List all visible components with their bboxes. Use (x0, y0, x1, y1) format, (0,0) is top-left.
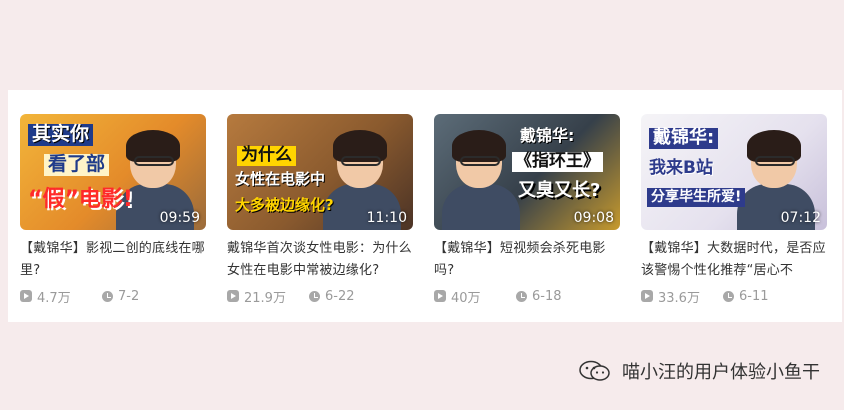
thumbnail-caption-line: 戴锦华: (649, 128, 719, 149)
video-title[interactable]: 【戴锦华】影视二创的底线在哪里? (20, 238, 206, 282)
video-meta: 33.6万 6-11 (641, 286, 827, 306)
video-thumbnail[interactable]: 戴锦华: 我来B站 分享毕生所爱! 07:12 (641, 114, 827, 230)
video-card[interactable]: 其实你 看了部 “假”电影! 09:59 【戴锦华】影视二创的底线在哪里? 4.… (20, 114, 206, 306)
video-title[interactable]: 【戴锦华】短视频会杀死电影吗? (434, 238, 620, 282)
play-icon (20, 290, 32, 302)
video-duration: 11:10 (366, 210, 407, 226)
thumbnail-caption-line: 女性在电影中 (235, 170, 326, 188)
thumbnail-caption-line: 我来B站 (649, 158, 713, 178)
wechat-icon (579, 360, 610, 381)
play-icon (227, 290, 239, 302)
view-count: 21.9万 (244, 290, 286, 306)
video-duration: 09:08 (573, 210, 614, 226)
thumbnail-caption-line: 《指环王》 (512, 152, 603, 172)
view-count: 33.6万 (658, 290, 700, 306)
thumbnail-caption-line: 又臭又长? (518, 180, 601, 201)
upload-date: 6-22 (325, 288, 355, 304)
thumbnail-caption-line: 分享毕生所爱! (647, 188, 746, 207)
video-list-panel: 其实你 看了部 “假”电影! 09:59 【戴锦华】影视二创的底线在哪里? 4.… (8, 90, 842, 322)
upload-date: 6-18 (532, 288, 562, 304)
video-card[interactable]: 戴锦华: 我来B站 分享毕生所爱! 07:12 【戴锦华】大数据时代，是否应该警… (641, 114, 827, 306)
thumbnail-caption-line: 戴锦华: (520, 126, 575, 145)
upload-date: 7-2 (118, 288, 140, 304)
thumbnail-caption-line: 看了部 (44, 154, 110, 176)
play-icon (434, 290, 446, 302)
clock-icon (309, 290, 320, 302)
video-meta: 4.7万 7-2 (20, 286, 206, 306)
watermark-text: 喵小汪的用户体验小鱼干 (622, 362, 820, 383)
watermark: 喵小汪的用户体验小鱼干 (578, 358, 820, 384)
clock-icon (723, 290, 734, 302)
clock-icon (516, 290, 527, 302)
thumbnail-caption-line: 大多被边缘化? (235, 196, 334, 214)
video-title[interactable]: 【戴锦华】大数据时代，是否应该警惕个性化推荐“居心不 (641, 238, 827, 282)
video-meta: 21.9万 6-22 (227, 286, 413, 306)
video-thumbnail[interactable]: 为什么 女性在电影中 大多被边缘化? 11:10 (227, 114, 413, 230)
view-count: 4.7万 (37, 290, 71, 306)
thumbnail-caption-line: “假”电影! (28, 187, 133, 212)
presenter-image (442, 130, 520, 230)
video-card[interactable]: 为什么 女性在电影中 大多被边缘化? 11:10 戴锦华首次谈女性电影：为什么女… (227, 114, 413, 306)
view-count: 40万 (451, 290, 481, 306)
upload-date: 6-11 (739, 288, 769, 304)
thumbnail-caption-line: 其实你 (28, 124, 94, 146)
video-title[interactable]: 戴锦华首次谈女性电影：为什么女性在电影中常被边缘化? (227, 238, 413, 282)
video-duration: 09:59 (159, 210, 200, 226)
video-thumbnail[interactable]: 戴锦华: 《指环王》 又臭又长? 09:08 (434, 114, 620, 230)
clock-icon (102, 290, 113, 302)
video-duration: 07:12 (780, 210, 821, 226)
thumbnail-caption-line: 为什么 (237, 146, 296, 166)
video-meta: 40万 6-18 (434, 286, 620, 306)
play-icon (641, 290, 653, 302)
video-thumbnail[interactable]: 其实你 看了部 “假”电影! 09:59 (20, 114, 206, 230)
video-card[interactable]: 戴锦华: 《指环王》 又臭又长? 09:08 【戴锦华】短视频会杀死电影吗? 4… (434, 114, 620, 306)
